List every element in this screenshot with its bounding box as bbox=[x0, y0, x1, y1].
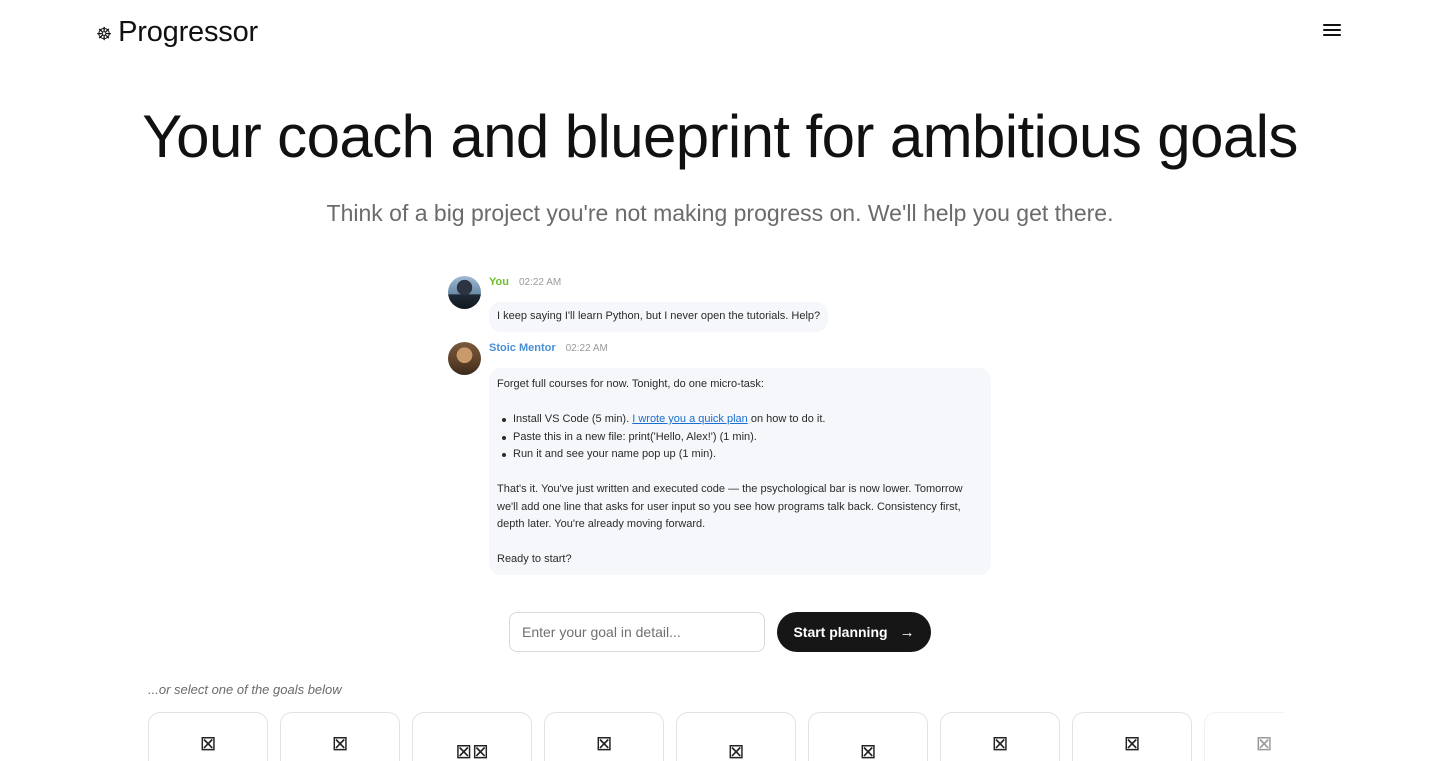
goal-card-list: ⊠ ⊠ ⊠⊠ ⊠ ⊠ ⊠ ⊠ ⊠ ⊠ bbox=[148, 712, 1284, 761]
mentor-message: Stoic Mentor 02:22 AM Forget full course… bbox=[448, 342, 1008, 575]
goal-card[interactable]: ⊠ bbox=[148, 712, 268, 761]
mentor-avatar bbox=[448, 342, 481, 375]
helm-wheel-icon: ☸ bbox=[96, 23, 113, 44]
goal-card[interactable]: ⊠ bbox=[940, 712, 1060, 761]
sample-chat: You 02:22 AM I keep saying I'll learn Py… bbox=[448, 276, 1008, 575]
goal-card[interactable]: ⊠ bbox=[1072, 712, 1192, 761]
list-item: Paste this in a new file: print('Hello, … bbox=[502, 429, 983, 447]
hero-subtitle: Think of a big project you're not making… bbox=[326, 200, 1114, 226]
broken-image-icon: ⊠ bbox=[595, 731, 613, 755]
hamburger-menu-icon[interactable] bbox=[1320, 20, 1344, 42]
goal-form: Start planning → bbox=[509, 612, 931, 652]
goal-card[interactable]: ⊠ bbox=[1204, 712, 1284, 761]
mentor-task-list: Install VS Code (5 min). I wrote you a q… bbox=[497, 411, 983, 464]
broken-image-icon: ⊠ bbox=[859, 739, 877, 761]
broken-image-icon: ⊠ bbox=[727, 739, 745, 761]
goal-input[interactable] bbox=[509, 612, 765, 652]
brand-name: Progressor bbox=[118, 16, 258, 48]
broken-image-icon: ⊠⊠ bbox=[455, 739, 489, 761]
broken-image-icon: ⊠ bbox=[331, 731, 349, 755]
user-avatar bbox=[448, 276, 481, 309]
goal-card[interactable]: ⊠ bbox=[280, 712, 400, 761]
goal-card[interactable]: ⊠ bbox=[676, 712, 796, 761]
arrow-right-icon: → bbox=[899, 623, 915, 641]
mentor-name: Stoic Mentor bbox=[489, 342, 556, 354]
broken-image-icon: ⊠ bbox=[199, 731, 217, 755]
user-message-bubble: I keep saying I'll learn Python, but I n… bbox=[489, 302, 829, 332]
brand-logo[interactable]: ☸ Progressor bbox=[96, 16, 258, 49]
user-message-text: I keep saying I'll learn Python, but I n… bbox=[497, 310, 821, 322]
mentor-intro: Forget full courses for now. Tonight, do… bbox=[497, 378, 764, 390]
list-item: Run it and see your name pop up (1 min). bbox=[502, 446, 983, 464]
goal-card[interactable]: ⊠⊠ bbox=[412, 712, 532, 761]
quick-plan-link[interactable]: I wrote you a quick plan bbox=[632, 413, 748, 425]
mentor-message-time: 02:22 AM bbox=[565, 343, 608, 354]
broken-image-icon: ⊠ bbox=[1123, 731, 1141, 755]
user-message: You 02:22 AM I keep saying I'll learn Py… bbox=[448, 276, 1008, 342]
user-message-time: 02:22 AM bbox=[518, 277, 562, 288]
start-planning-label: Start planning bbox=[793, 624, 888, 640]
mentor-paragraph: That's it. You've just written and execu… bbox=[497, 483, 963, 530]
user-name: You bbox=[489, 276, 509, 288]
mentor-message-bubble: Forget full courses for now. Tonight, do… bbox=[489, 368, 991, 575]
goal-card[interactable]: ⊠ bbox=[808, 712, 928, 761]
top-bar: ☸ Progressor bbox=[0, 0, 1440, 70]
goal-picker-label: ...or select one of the goals below bbox=[148, 682, 342, 697]
broken-image-icon: ⊠ bbox=[1255, 731, 1273, 755]
broken-image-icon: ⊠ bbox=[991, 731, 1009, 755]
mentor-closing: Ready to start? bbox=[497, 553, 572, 565]
list-item: Install VS Code (5 min). I wrote you a q… bbox=[502, 411, 983, 429]
start-planning-button[interactable]: Start planning → bbox=[777, 612, 931, 652]
goal-card[interactable]: ⊠ bbox=[544, 712, 664, 761]
hero-title: Your coach and blueprint for ambitious g… bbox=[142, 103, 1298, 170]
